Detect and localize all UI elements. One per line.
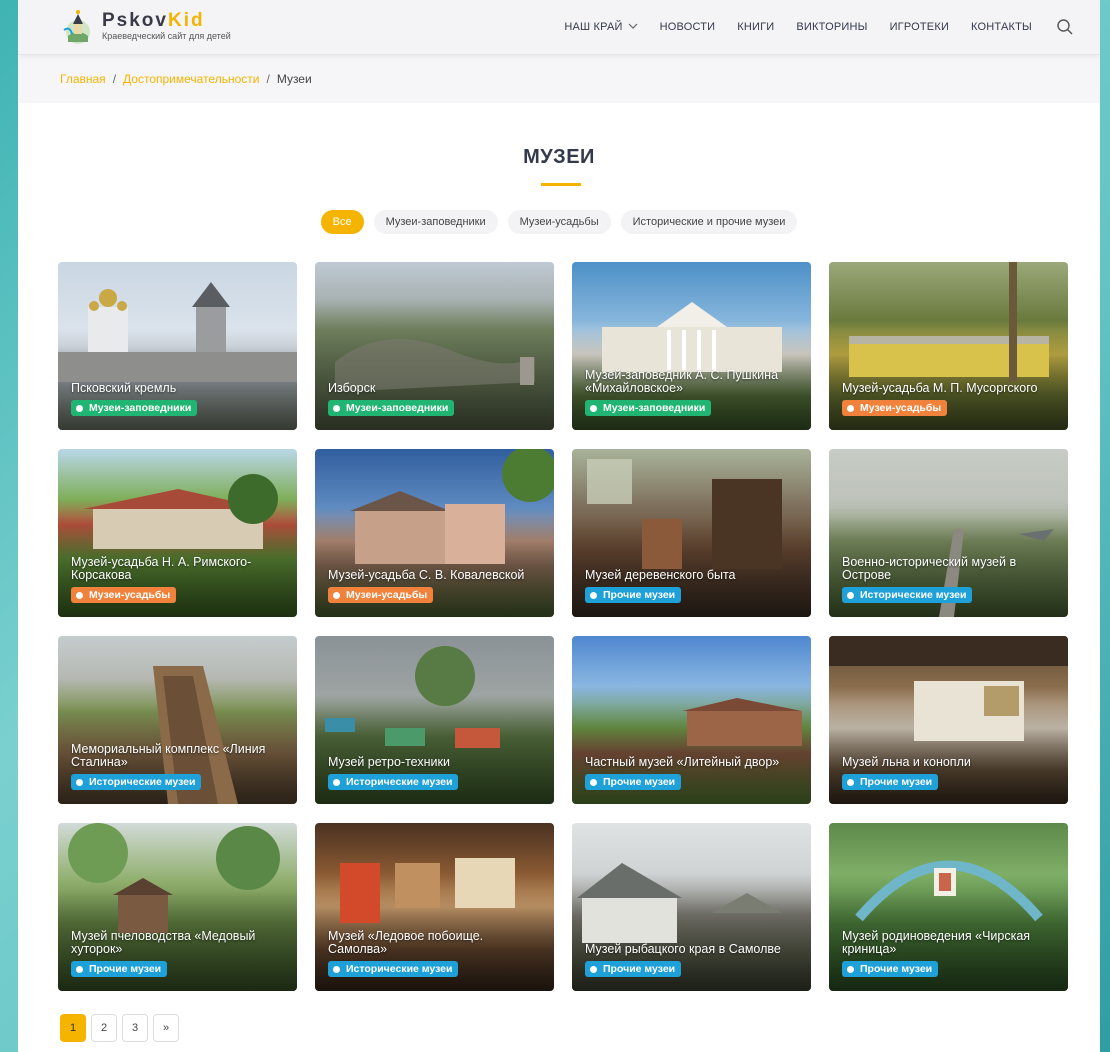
site-header: PskovKid Краеведческий сайт для детей НА…	[18, 0, 1100, 55]
card-title: Музей родиноведения «Чирская криница»	[842, 929, 1031, 956]
nav-item-our-region[interactable]: НАШ КРАЙ	[564, 21, 638, 33]
category-badge: Прочие музеи	[842, 961, 939, 977]
category-badge: Прочие музеи	[71, 961, 168, 977]
page-button-3[interactable]: 3	[122, 1014, 148, 1042]
dot-icon	[590, 778, 597, 786]
category-badge: Прочие музеи	[842, 774, 939, 790]
dot-icon	[333, 591, 340, 599]
chevron-down-icon	[628, 22, 638, 32]
nav-item-books[interactable]: КНИГИ	[737, 21, 774, 33]
breadcrumb: Главная / Достопримечательности / Музеи	[18, 55, 1100, 103]
brand-tagline: Краеведческий сайт для детей	[102, 31, 231, 41]
card-title: Частный музей «Литейный двор»	[585, 755, 780, 769]
card-title: Музей ретро-техники	[328, 755, 450, 769]
museum-card[interactable]: Музей-усадьба С. В. Ковалевской Музеи-ус…	[315, 449, 554, 617]
logo-icon	[60, 6, 96, 46]
card-title: Музей-заповедник А. С. Пушкина «Михайлов…	[585, 368, 779, 395]
category-badge: Прочие музеи	[585, 587, 682, 603]
museum-card[interactable]: Музей-заповедник А. С. Пушкина «Михайлов…	[572, 262, 811, 430]
page: PskovKid Краеведческий сайт для детей НА…	[18, 0, 1100, 1052]
page-title: МУЗЕИ	[523, 146, 595, 168]
museum-card[interactable]: Музей родиноведения «Чирская криница» Пр…	[829, 823, 1068, 991]
museum-card[interactable]: Музей ретро-техники Исторические музеи	[315, 636, 554, 804]
breadcrumb-home-link[interactable]: Главная	[60, 72, 106, 86]
card-title: Музей льна и конопли	[842, 755, 971, 769]
card-title: Музей деревенского быта	[585, 568, 736, 582]
dot-icon	[76, 778, 83, 786]
dot-icon	[590, 965, 597, 973]
category-badge: Исторические музеи	[328, 961, 459, 977]
dot-icon	[76, 965, 83, 973]
museum-card[interactable]: Музей-усадьба Н. А. Римского-Корсакова М…	[58, 449, 297, 617]
dot-icon	[847, 778, 854, 786]
category-badge: Музеи-усадьбы	[71, 587, 177, 603]
category-badge: Исторические музеи	[842, 587, 973, 603]
pagination: 1 2 3 »	[60, 1014, 184, 1042]
dot-icon	[76, 591, 83, 599]
museum-card[interactable]: Мемориальный комплекс «Линия Сталина» Ис…	[58, 636, 297, 804]
filter-all[interactable]: Все	[320, 210, 364, 234]
category-badge: Музеи-заповедники	[328, 400, 455, 416]
museum-card[interactable]: Псковский кремль Музеи-заповедники	[58, 262, 297, 430]
category-badge: Прочие музеи	[585, 774, 682, 790]
search-icon[interactable]	[1056, 18, 1074, 36]
card-title: Изборск	[328, 381, 376, 395]
card-title: Музей-усадьба Н. А. Римского-Корсакова	[71, 555, 252, 582]
card-title: Военно-исторический музей в Острове	[842, 555, 1017, 582]
category-badge: Музеи-усадьбы	[328, 587, 434, 603]
category-badge: Музеи-усадьбы	[842, 400, 948, 416]
museum-card[interactable]: Изборск Музеи-заповедники	[315, 262, 554, 430]
next-page-button[interactable]: »	[153, 1014, 179, 1042]
nav-item-contacts[interactable]: КОНТАКТЫ	[971, 21, 1032, 33]
category-badge: Исторические музеи	[71, 774, 202, 790]
main-nav: НАШ КРАЙ НОВОСТИ КНИГИ ВИКТОРИНЫ ИГРОТЕК…	[542, 0, 1074, 54]
card-title: Музей-усадьба С. В. Ковалевской	[328, 568, 525, 582]
category-badge: Исторические музеи	[328, 774, 459, 790]
card-title: Музей рыбацкого края в Самолве	[585, 942, 781, 956]
museum-card[interactable]: Музей деревенского быта Прочие музеи	[572, 449, 811, 617]
category-badge: Музеи-заповедники	[71, 400, 198, 416]
dot-icon	[847, 965, 854, 973]
dot-icon	[333, 404, 340, 412]
nav-item-quizzes[interactable]: ВИКТОРИНЫ	[796, 21, 867, 33]
filter-tabs: Все Музеи-заповедники Музеи-усадьбы Исто…	[18, 210, 1100, 234]
card-title: Мемориальный комплекс «Линия Сталина»	[71, 742, 266, 769]
dot-icon	[590, 591, 597, 599]
card-title: Псковский кремль	[71, 381, 177, 395]
dot-icon	[590, 404, 597, 412]
museum-card[interactable]: Частный музей «Литейный двор» Прочие муз…	[572, 636, 811, 804]
museum-card[interactable]: Музей льна и конопли Прочие музеи	[829, 636, 1068, 804]
museum-grid: Псковский кремль Музеи-заповедники Избор…	[58, 262, 1068, 991]
dot-icon	[76, 404, 83, 412]
card-title: Музей-усадьба М. П. Мусоргского	[842, 381, 1038, 395]
filter-historical-other[interactable]: Исторические и прочие музеи	[620, 210, 798, 234]
page-button-2[interactable]: 2	[91, 1014, 117, 1042]
museum-card[interactable]: Музей рыбацкого края в Самолве Прочие му…	[572, 823, 811, 991]
dot-icon	[333, 965, 340, 973]
nav-item-news[interactable]: НОВОСТИ	[660, 21, 716, 33]
category-badge: Музеи-заповедники	[585, 400, 712, 416]
breadcrumb-separator: /	[266, 72, 270, 86]
page-button-1[interactable]: 1	[60, 1014, 86, 1042]
filter-reserves[interactable]: Музеи-заповедники	[373, 210, 498, 234]
nav-item-game-libraries[interactable]: ИГРОТЕКИ	[890, 21, 949, 33]
dot-icon	[333, 778, 340, 786]
filter-estates[interactable]: Музеи-усадьбы	[507, 210, 611, 234]
dot-icon	[847, 591, 854, 599]
museum-card[interactable]: Музей-усадьба М. П. Мусоргского Музеи-ус…	[829, 262, 1068, 430]
breadcrumb-separator: /	[112, 72, 117, 86]
card-title: Музей пчеловодства «Медовый хуторок»	[71, 929, 256, 956]
category-badge: Прочие музеи	[585, 961, 682, 977]
museum-card[interactable]: Военно-исторический музей в Острове Исто…	[829, 449, 1068, 617]
museum-card[interactable]: Музей «Ледовое побоище. Самолва» Историч…	[315, 823, 554, 991]
card-title: Музей «Ледовое побоище. Самолва»	[328, 929, 484, 956]
breadcrumb-sights-link[interactable]: Достопримечательности	[123, 72, 259, 86]
breadcrumb-current: Музеи	[276, 72, 312, 86]
museum-card[interactable]: Музей пчеловодства «Медовый хуторок» Про…	[58, 823, 297, 991]
brand-name: PskovKid	[102, 10, 205, 31]
title-underline	[541, 183, 581, 186]
dot-icon	[847, 404, 854, 412]
logo[interactable]: PskovKid Краеведческий сайт для детей	[60, 6, 231, 46]
